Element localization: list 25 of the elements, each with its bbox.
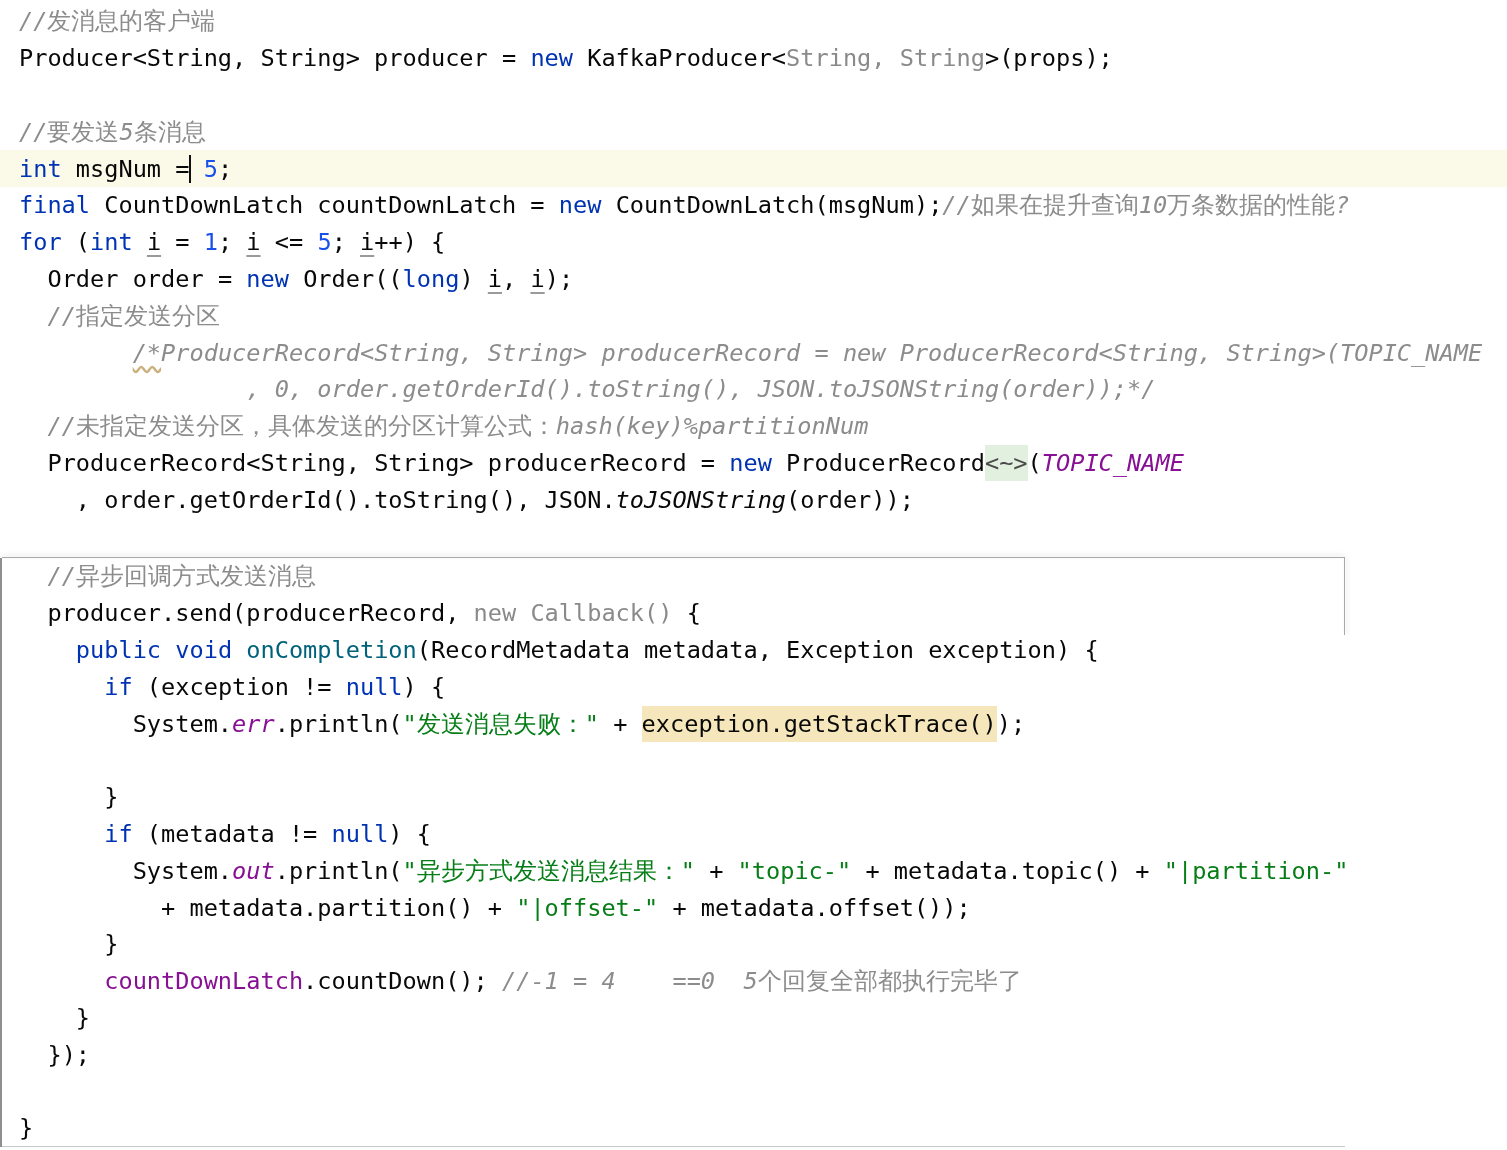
code-line: /*ProducerRecord<String, String> producerRecord = new ProducerRecord<String, String>(TOPIC_NAME [132,338,1483,367]
code-line: , 0, order.getOrderId().toString(), JSON.toJSONString(order));*/ [246,375,1156,404]
code-line: for (int i = 1; i <= 5; i++) { [19,228,446,257]
code-line: + metadata.partition() + "|offset-" + metadata.offset()); [161,893,971,922]
code-line: public void onCompletion(RecordMetadata metadata, Exception exception) { [75,635,1099,664]
code-line: System.out.println("异步方式发送消息结果：" + "topic-" + metadata.topic() + "|partition-" [132,856,1349,885]
code-line: //要发送5条消息 [19,117,206,146]
code-line: producer.send(producerRecord, new Callback() { [47,599,701,628]
code-line: int msgNum = 5; [19,154,233,183]
code-line: if (exception != null) { [104,672,446,701]
code-line: Producer<String, String> producer = new KafkaProducer<String, String>(props); [19,44,1113,73]
code-line: //指定发送分区 [47,301,220,330]
code-line: if (metadata != null) { [104,819,431,848]
code-line: , order.getOrderId().toString(), JSON.toJSONString(order)); [75,485,914,514]
code-line: //未指定发送分区，具体发送的分区计算公式：hash(key)%partitionNum [47,412,869,441]
code-line: } [104,930,119,959]
code-line: final CountDownLatch countDownLatch = new CountDownLatch(msgNum);//如果在提升查询10万条数据的性能? [19,191,1350,220]
code-line: Order order = new Order((long) i, i); [47,264,574,293]
code-line: } [104,783,119,812]
code-line: }); [47,1040,91,1069]
code-line: countDownLatch.countDown(); //-1 = 4 ==0 5个回复全部都执行完毕了 [104,967,1022,996]
code-line: } [19,1114,34,1143]
code-line: //异步回调方式发送消息 [47,562,316,591]
code-line: } [75,1003,91,1032]
code-line: //发消息的客户端 [19,7,216,36]
